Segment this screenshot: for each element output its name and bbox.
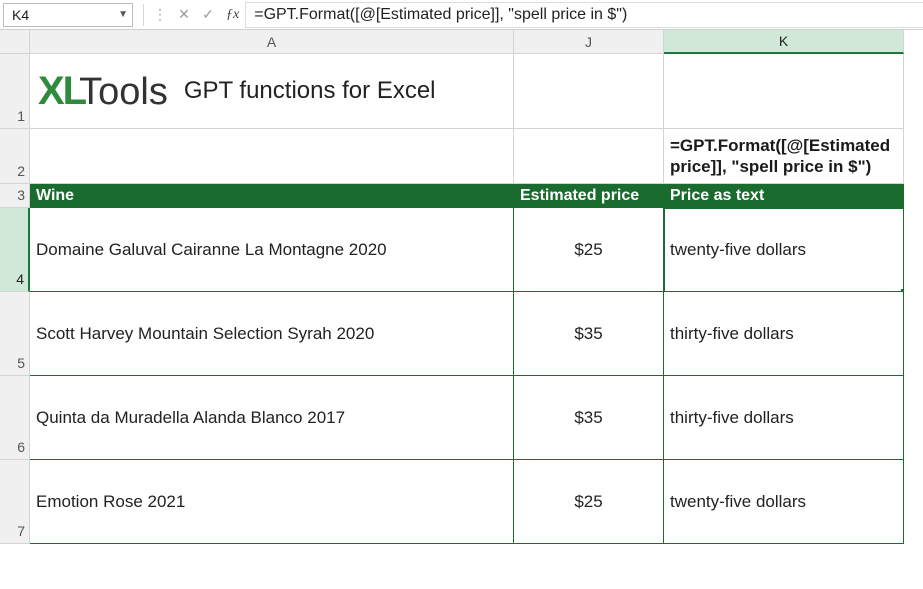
cell-text: thirty-five dollars [670,408,794,428]
cell-k1[interactable] [664,54,904,129]
table-header-wine[interactable]: Wine [30,184,514,208]
table-cell-wine[interactable]: Quinta da Muradella Alanda Blanco 2017 [30,376,514,460]
name-box-value: K4 [12,7,118,23]
logo-subtitle: GPT functions for Excel [184,77,436,105]
fx-icon[interactable]: ƒx [220,7,245,23]
separator [143,4,144,26]
cell-text: thirty-five dollars [670,324,794,344]
table-cell-wine[interactable]: Scott Harvey Mountain Selection Syrah 20… [30,292,514,376]
cell-text: $25 [574,492,602,512]
logo-tools: Tools [79,71,168,113]
select-all-corner[interactable] [0,30,30,54]
formula-display-text: =GPT.Format([@[Estimated price]], "spell… [670,135,897,178]
table-cell-wine[interactable]: Emotion Rose 2021 [30,460,514,544]
enter-icon[interactable]: ✓ [196,3,220,27]
cell-text: Domaine Galuval Cairanne La Montagne 202… [36,240,387,260]
row-header-2[interactable]: 2 [0,129,30,184]
row-header-4[interactable]: 4 [0,208,30,292]
table-header-price-text[interactable]: Price as text [664,184,904,208]
cell-text: Quinta da Muradella Alanda Blanco 2017 [36,408,345,428]
cell-text: $25 [574,240,602,260]
cell-text: Emotion Rose 2021 [36,492,185,512]
table-cell-price-text[interactable]: thirty-five dollars [664,376,904,460]
sheet-grid: A J K 1 XLTools GPT functions for Excel … [0,30,923,544]
cell-a2[interactable] [30,129,514,184]
chevron-down-icon[interactable]: ▼ [118,10,128,20]
col-header-k[interactable]: K [664,30,904,54]
cell-j1[interactable] [514,54,664,129]
row-header-7[interactable]: 7 [0,460,30,544]
more-icon[interactable]: ⋮ [148,3,172,27]
formula-input[interactable]: =GPT.Format([@[Estimated price]], "spell… [245,2,923,28]
row-header-6[interactable]: 6 [0,376,30,460]
cell-text: twenty-five dollars [670,240,806,260]
col-header-a[interactable]: A [30,30,514,54]
table-header-price[interactable]: Estimated price [514,184,664,208]
cell-j2[interactable] [514,129,664,184]
cell-text: $35 [574,408,602,428]
table-cell-price-text[interactable]: thirty-five dollars [664,292,904,376]
table-cell-price[interactable]: $25 [514,460,664,544]
cell-k2[interactable]: =GPT.Format([@[Estimated price]], "spell… [664,129,904,184]
row-header-3[interactable]: 3 [0,184,30,208]
row-header-5[interactable]: 5 [0,292,30,376]
table-cell-wine[interactable]: Domaine Galuval Cairanne La Montagne 202… [30,208,514,292]
row-header-1[interactable]: 1 [0,54,30,129]
cell-text: $35 [574,324,602,344]
cell-text: twenty-five dollars [670,492,806,512]
formula-bar: K4 ▼ ⋮ ✕ ✓ ƒx =GPT.Format([@[Estimated p… [0,0,923,30]
table-cell-price-text[interactable]: twenty-five dollars [664,460,904,544]
logo-cell[interactable]: XLTools GPT functions for Excel [30,54,514,129]
cancel-icon[interactable]: ✕ [172,3,196,27]
xltools-logo: XLTools [38,69,168,114]
active-cell[interactable]: twenty-five dollars [664,208,904,292]
table-cell-price[interactable]: $35 [514,376,664,460]
formula-text: =GPT.Format([@[Estimated price]], "spell… [254,6,627,24]
table-cell-price[interactable]: $25 [514,208,664,292]
col-header-j[interactable]: J [514,30,664,54]
name-box[interactable]: K4 ▼ [3,3,133,27]
table-cell-price[interactable]: $35 [514,292,664,376]
cell-text: Scott Harvey Mountain Selection Syrah 20… [36,324,374,344]
